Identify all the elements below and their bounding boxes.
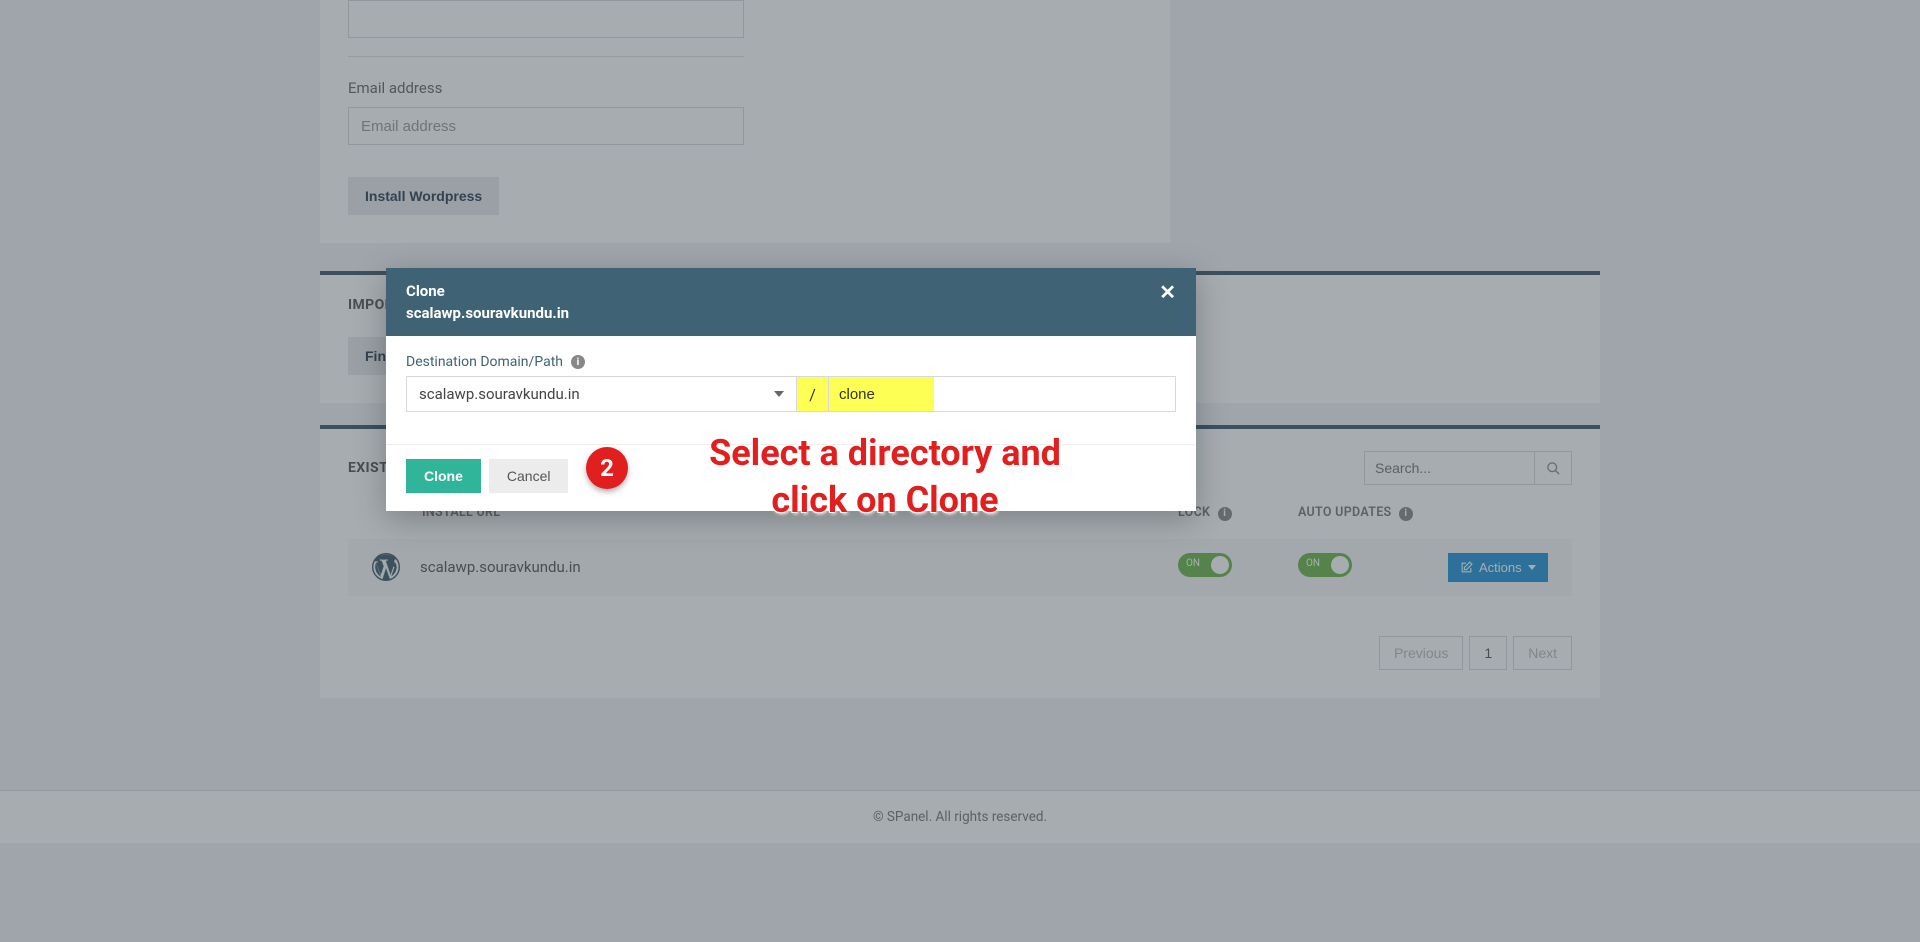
annotation-step-2: 2	[586, 447, 628, 489]
clone-button[interactable]: Clone	[406, 459, 481, 493]
annotation-text: Select a directory and click on Clone	[680, 430, 1090, 524]
domain-path-row: scalawp.souravkundu.in /	[406, 376, 1176, 412]
chevron-down-icon	[774, 391, 784, 397]
info-icon[interactable]: i	[571, 355, 585, 369]
path-input[interactable]	[829, 377, 1175, 411]
cancel-button[interactable]: Cancel	[489, 459, 569, 493]
destination-label: Destination Domain/Path i	[406, 354, 1176, 370]
path-separator: /	[797, 377, 829, 411]
modal-subtitle: scalawp.souravkundu.in	[406, 304, 569, 322]
domain-select[interactable]: scalawp.souravkundu.in	[407, 377, 797, 411]
modal-title: Clone	[406, 282, 569, 300]
close-icon[interactable]: ✕	[1159, 282, 1176, 302]
modal-header: Clone scalawp.souravkundu.in ✕	[386, 268, 1196, 336]
